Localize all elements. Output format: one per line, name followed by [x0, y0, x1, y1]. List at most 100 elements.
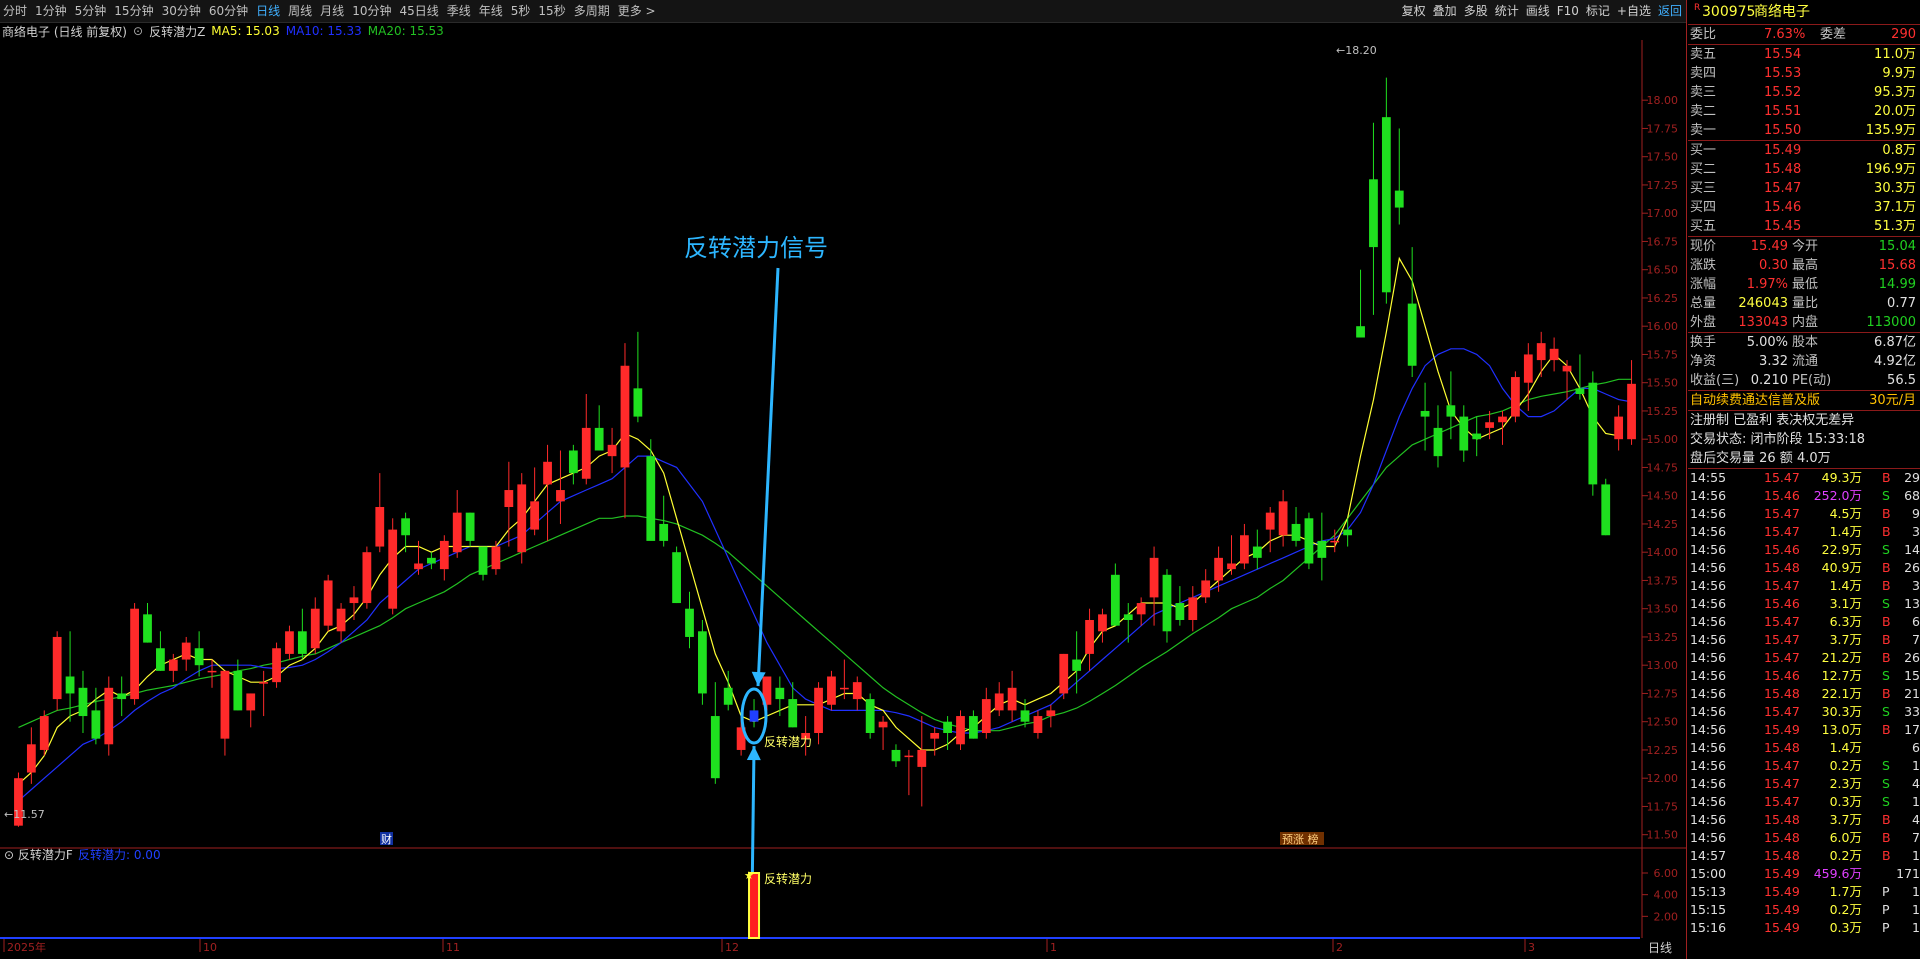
- candle[interactable]: [78, 670, 88, 733]
- candle[interactable]: [362, 546, 372, 609]
- candle[interactable]: [581, 394, 591, 485]
- candle[interactable]: [1059, 653, 1069, 700]
- candle[interactable]: [1627, 360, 1636, 445]
- candle[interactable]: [285, 625, 294, 660]
- candle[interactable]: [633, 331, 643, 423]
- period-tab[interactable]: 45日线: [398, 3, 439, 19]
- candle[interactable]: [1330, 529, 1340, 553]
- candle[interactable]: [1433, 405, 1443, 468]
- period-tab[interactable]: 年线: [478, 3, 504, 19]
- candle[interactable]: [336, 603, 346, 643]
- promo-text[interactable]: 自动续费通达信普及版: [1690, 391, 1820, 410]
- candle[interactable]: [814, 682, 823, 745]
- tool-button[interactable]: 多股: [1464, 3, 1488, 19]
- candle[interactable]: [452, 490, 462, 558]
- tick-list[interactable]: 14:55 15.47 49.3万 B 29 14:56 15.46 252.0万 S 68 14:…: [1688, 469, 1920, 937]
- tool-button[interactable]: 叠加: [1433, 3, 1457, 19]
- candle[interactable]: [1317, 512, 1327, 581]
- candle[interactable]: [1278, 490, 1288, 547]
- candle[interactable]: [865, 693, 875, 739]
- candle[interactable]: [156, 631, 165, 671]
- candle[interactable]: [1265, 507, 1275, 553]
- period-tab[interactable]: 周线: [287, 3, 313, 19]
- period-tab[interactable]: 5分钟: [74, 3, 108, 19]
- promo-price[interactable]: 30元/月: [1869, 391, 1916, 410]
- candle[interactable]: [672, 546, 681, 604]
- candle[interactable]: [568, 444, 578, 485]
- candle[interactable]: [439, 535, 449, 581]
- period-tab[interactable]: 1分钟: [34, 3, 68, 19]
- candle[interactable]: [981, 687, 991, 739]
- yuzhang-badge[interactable]: 预涨 榜: [1280, 832, 1324, 846]
- candle[interactable]: [181, 636, 191, 671]
- period-tab[interactable]: 多周期: [573, 3, 611, 19]
- kline-chart[interactable]: 18.00 17.75 17.50 17.25 17.00 16.75 16.50 16.25…: [0, 40, 1686, 959]
- candle[interactable]: [685, 591, 694, 649]
- candle[interactable]: [1394, 128, 1404, 225]
- candle[interactable]: [1162, 569, 1172, 643]
- promo-row[interactable]: 自动续费通达信普及版 30元/月: [1688, 391, 1920, 410]
- candle[interactable]: [246, 693, 256, 728]
- candle[interactable]: [646, 439, 656, 541]
- candle[interactable]: [1356, 269, 1365, 338]
- candle[interactable]: [220, 670, 230, 756]
- tool-button[interactable]: 统计: [1495, 3, 1519, 19]
- candle[interactable]: [594, 405, 604, 451]
- candle[interactable]: [1291, 507, 1301, 547]
- candle[interactable]: [878, 716, 888, 750]
- candle[interactable]: [1369, 122, 1378, 315]
- candle[interactable]: [1085, 608, 1094, 671]
- candle[interactable]: [272, 642, 281, 688]
- period-tab[interactable]: 分时: [2, 3, 28, 19]
- candle[interactable]: [117, 676, 127, 717]
- candle[interactable]: [1549, 337, 1559, 372]
- period-tab[interactable]: 月线: [319, 3, 345, 19]
- candle[interactable]: [323, 574, 333, 632]
- candle[interactable]: [427, 552, 436, 570]
- tool-button[interactable]: 画线: [1526, 3, 1550, 19]
- candle[interactable]: [465, 512, 475, 547]
- candle[interactable]: [994, 682, 1004, 717]
- candle[interactable]: [1588, 371, 1598, 496]
- period-tab[interactable]: 5秒: [510, 3, 532, 19]
- candle[interactable]: [297, 608, 307, 660]
- candle[interactable]: [1459, 405, 1469, 462]
- candle[interactable]: [620, 343, 630, 519]
- candle[interactable]: [259, 670, 269, 717]
- period-status[interactable]: 日线: [1648, 941, 1672, 955]
- candle[interactable]: [349, 586, 359, 620]
- tool-button[interactable]: 复权: [1402, 3, 1426, 19]
- candle[interactable]: [375, 473, 385, 553]
- period-tab[interactable]: 季线: [446, 3, 472, 19]
- period-tab[interactable]: 15分钟: [113, 3, 154, 19]
- candle[interactable]: [827, 670, 836, 711]
- candle[interactable]: [556, 450, 565, 524]
- candle[interactable]: [207, 659, 217, 688]
- candle[interactable]: [1562, 360, 1572, 400]
- candle[interactable]: [891, 744, 901, 767]
- candle[interactable]: [1123, 603, 1133, 643]
- candle[interactable]: [943, 716, 952, 750]
- candle[interactable]: [143, 603, 152, 643]
- candle[interactable]: [1007, 670, 1017, 722]
- candle[interactable]: [1536, 331, 1546, 378]
- indicator-name[interactable]: 反转潜力Z: [149, 23, 205, 40]
- period-tab[interactable]: 15秒: [537, 3, 566, 19]
- candle[interactable]: [1098, 608, 1107, 643]
- candle[interactable]: [530, 467, 540, 536]
- period-tab[interactable]: 10分钟: [351, 3, 392, 19]
- candle[interactable]: [478, 546, 488, 581]
- candle[interactable]: [956, 710, 965, 750]
- candle[interactable]: [52, 631, 62, 711]
- candle[interactable]: [710, 682, 720, 784]
- candle[interactable]: [1149, 546, 1159, 626]
- candle[interactable]: [517, 473, 527, 564]
- candle[interactable]: [1381, 77, 1391, 304]
- candle[interactable]: [1407, 247, 1417, 378]
- period-tab[interactable]: 日线: [255, 3, 281, 19]
- candle[interactable]: [1136, 597, 1146, 626]
- tool-button[interactable]: 标记: [1586, 3, 1610, 19]
- period-tab[interactable]: 30分钟: [161, 3, 202, 19]
- candle[interactable]: [852, 676, 862, 711]
- candle[interactable]: [1498, 410, 1507, 445]
